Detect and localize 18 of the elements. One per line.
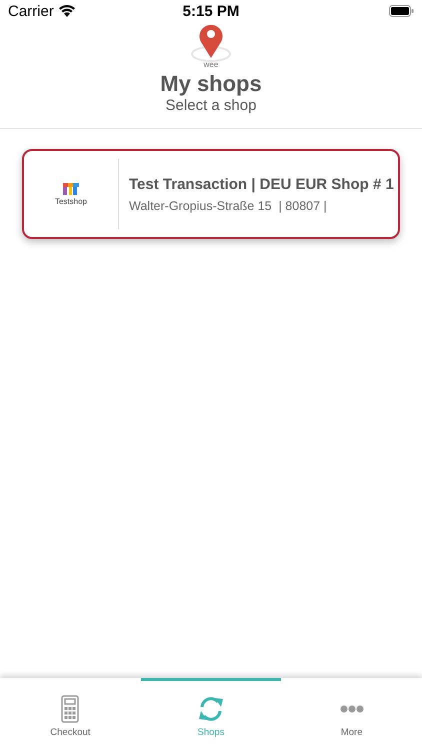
location-pin-logo-icon bbox=[190, 22, 232, 62]
shop-address: Walter-Gropius-Straße 15 | 80807 | bbox=[129, 198, 328, 212]
shop-card[interactable]: Testshop Test Transaction | DEU EUR Shop # 1 Walter-Gropius-Straße 15 | 80807 | bbox=[22, 149, 400, 239]
more-icon bbox=[340, 705, 364, 713]
shop-logo-icon bbox=[63, 182, 79, 194]
battery-icon bbox=[388, 5, 414, 17]
clock-time: 5:15 PM bbox=[182, 2, 240, 20]
refresh-icon bbox=[197, 695, 225, 723]
page-subtitle: Select a shop bbox=[166, 97, 256, 114]
wifi-icon bbox=[58, 5, 75, 17]
shop-name: Test Transaction | DEU EUR Shop # 1 bbox=[129, 176, 394, 192]
shop-logo-text: Testshop bbox=[54, 196, 88, 206]
tab-bar-item[interactable]: Checkout bbox=[0, 678, 141, 750]
tab-bar-item[interactable]: More bbox=[281, 678, 422, 750]
page-title: My shops bbox=[160, 71, 262, 97]
calculator-icon bbox=[61, 695, 80, 723]
carrier-label: Carrier bbox=[8, 2, 54, 20]
logo-text: wee bbox=[204, 60, 218, 69]
